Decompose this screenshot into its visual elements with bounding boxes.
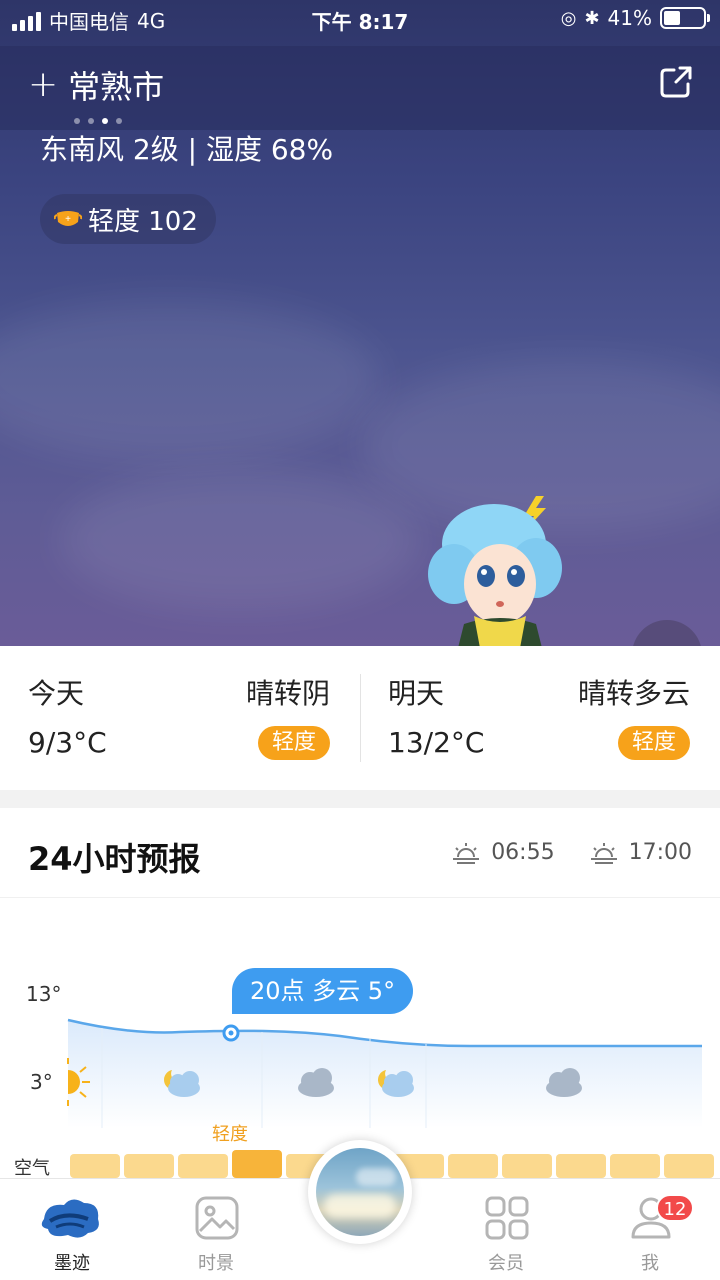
battery-percent: 41% xyxy=(607,6,652,30)
aqi-bar xyxy=(178,1154,228,1178)
center-scene-button[interactable] xyxy=(308,1140,412,1244)
aqi-bar xyxy=(70,1154,120,1178)
day-name: 明天 xyxy=(388,677,445,710)
aqi-bar xyxy=(124,1154,174,1178)
aqi-bar xyxy=(664,1154,714,1178)
plus-icon[interactable]: + xyxy=(28,67,58,103)
cloud-decoration xyxy=(0,300,380,460)
weather-hero: 中国电信 4G 下午 8:17 ◎ ✱ 41% + 常熟市 东南风 2级 | 湿… xyxy=(0,0,720,646)
sunrise-icon xyxy=(453,842,480,864)
mask-icon: + xyxy=(54,211,82,226)
tab-label: 会员 xyxy=(488,1253,524,1274)
aqi-value: 轻度 102 xyxy=(88,206,198,237)
aqi-badge: 轻度 xyxy=(257,726,330,760)
day-condition: 晴转多云 xyxy=(577,677,690,710)
grid-icon xyxy=(485,1196,529,1240)
sunset-time: 17:00 xyxy=(628,840,692,865)
forecast-title: 24小时预报 xyxy=(28,840,201,878)
day-temp: 13/2°C xyxy=(388,726,485,759)
share-icon[interactable] xyxy=(658,64,694,100)
notification-badge: 12 xyxy=(656,1194,694,1222)
city-name[interactable]: 常熟市 xyxy=(68,62,164,108)
aqi-bar xyxy=(502,1154,552,1178)
photo-icon xyxy=(195,1196,239,1240)
scene-thumbnail xyxy=(316,1148,404,1236)
city-header: + 常熟市 xyxy=(0,46,720,130)
bluetooth-icon: ✱ xyxy=(584,7,600,29)
page-dot xyxy=(116,118,122,124)
page-dot xyxy=(102,118,108,124)
tab-label: 时景 xyxy=(198,1253,234,1274)
moji-cloud-icon xyxy=(41,1199,99,1238)
aqi-badge: 轻度 xyxy=(617,726,690,760)
day-temp: 9/3°C xyxy=(28,726,107,759)
aqi-level-label: 轻度 xyxy=(212,1124,248,1145)
section-gap xyxy=(0,790,720,808)
battery-icon xyxy=(660,7,710,29)
air-quality-label: 空气 xyxy=(14,1158,50,1179)
tab-label: 我 xyxy=(641,1253,659,1274)
tab-me[interactable]: 我 xyxy=(590,1179,710,1280)
page-dot xyxy=(88,118,94,124)
aqi-bar xyxy=(232,1150,282,1178)
hourly-chart[interactable]: 13° 3° 20点 多云 5° 轻度 空气 xyxy=(0,898,720,1179)
aqi-pill[interactable]: + 轻度 102 xyxy=(40,194,216,244)
chart-canvas xyxy=(67,1018,714,1178)
status-bar: 中国电信 4G 下午 8:17 ◎ ✱ 41% xyxy=(0,0,720,38)
aqi-bar xyxy=(556,1154,606,1178)
mascot-character[interactable] xyxy=(424,488,574,646)
page-dot xyxy=(74,118,80,124)
rotation-lock-icon: ◎ xyxy=(560,7,577,29)
corner-decoration xyxy=(632,620,702,646)
tomorrow-card[interactable]: 明天 晴转多云 13/2°C 轻度 xyxy=(360,646,720,790)
wind-humidity: 东南风 2级 | 湿度 68% xyxy=(40,133,334,166)
svg-text:+: + xyxy=(65,214,71,225)
tab-label: 墨迹 xyxy=(54,1253,90,1274)
daily-summary: 今天 晴转阴 9/3°C 轻度 明天 晴转多云 13/2°C 轻度 xyxy=(0,646,720,790)
day-name: 今天 xyxy=(28,677,85,710)
aqi-bar xyxy=(610,1154,660,1178)
tab-member[interactable]: 会员 xyxy=(446,1179,566,1280)
aqi-bar xyxy=(448,1154,498,1178)
tab-scenes[interactable]: 时景 xyxy=(156,1179,276,1280)
sunrise-time: 06:55 xyxy=(491,840,555,865)
page-indicator xyxy=(74,118,122,124)
tab-moji[interactable]: 墨迹 xyxy=(12,1179,132,1280)
sunset-icon xyxy=(590,842,617,864)
cloud-decoration xyxy=(60,470,420,610)
day-condition: 晴转阴 xyxy=(245,677,330,710)
today-card[interactable]: 今天 晴转阴 9/3°C 轻度 xyxy=(0,646,360,790)
hour-tooltip: 20点 多云 5° xyxy=(232,968,414,1014)
forecast-header: 24小时预报 06:55 17:00 xyxy=(0,808,720,898)
